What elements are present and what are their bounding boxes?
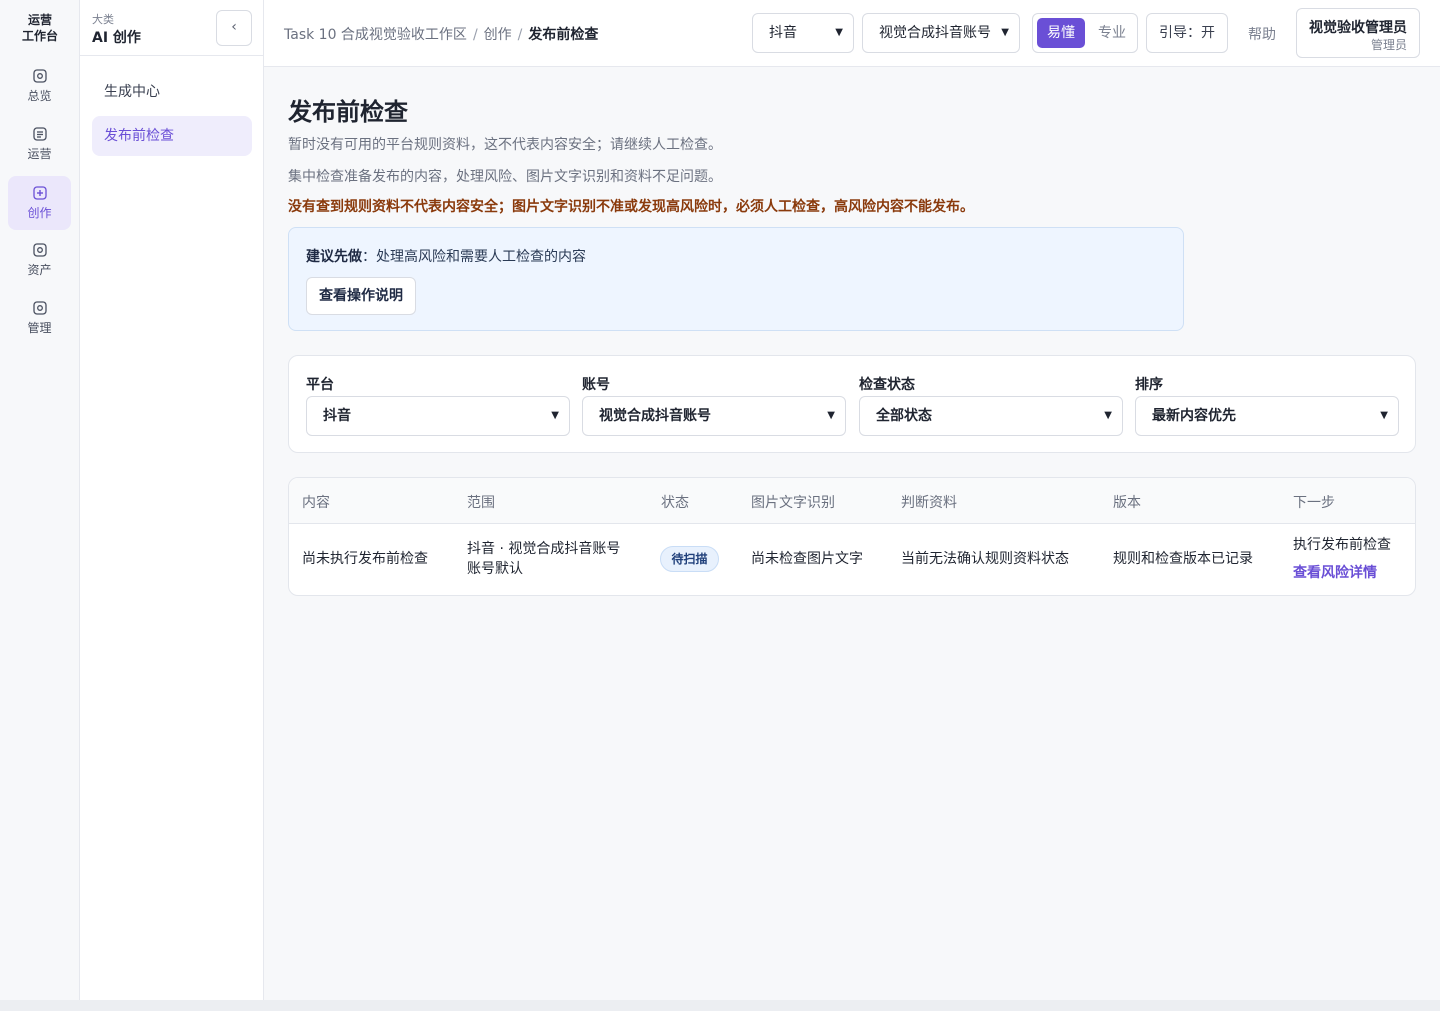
column-header-ocr: 图片文字识别 [751,495,835,511]
chevron-down-icon: ▼ [551,410,559,421]
secondary-sidebar: 大类 AI 创作 ‹ 生成中心 发布前检查 [80,0,264,1000]
chevron-down-icon: ▼ [1104,410,1112,421]
suggestion-content: 处理高风险和需要人工检查的内容 [376,249,586,265]
column-header-next-step: 下一步 [1293,495,1335,511]
guide-toggle-button[interactable]: 引导：开 [1146,13,1228,53]
filter-status-select[interactable]: 全部状态 ▼ [859,396,1123,436]
chevron-down-icon: ▼ [1001,27,1009,38]
table-header: 内容 范围 状态 图片文字识别 判断资料 版本 下一步 [289,478,1415,524]
filter-sort-select[interactable]: 最新内容优先 ▼ [1135,396,1399,436]
breadcrumb-separator: / [472,27,478,43]
breadcrumb-workspace[interactable]: Task 10 合成视觉验收工作区 [284,27,467,43]
user-role: 管理员 [1370,38,1407,52]
rail-item-overview[interactable]: 总览 [8,59,71,113]
filter-account-value: 视觉合成抖音账号 [599,408,711,424]
filter-label-platform: 平台 [306,377,334,393]
cell-basis: 当前无法确认规则资料状态 [901,551,1069,567]
column-header-scope: 范围 [467,495,495,511]
rail-item-operations[interactable]: 运营 [8,117,71,171]
collapse-sidebar-button[interactable]: ‹ [216,10,252,46]
filter-platform-select[interactable]: 抖音 ▼ [306,396,570,436]
column-header-version: 版本 [1113,495,1141,511]
sidebar-header: 大类 AI 创作 ‹ [80,0,264,56]
assets-icon [32,243,47,257]
suggestion-box: 建议先做：处理高风险和需要人工检查的内容 查看操作说明 [288,227,1184,331]
sidebar-title: AI 创作 [92,30,141,46]
platform-select[interactable]: 抖音 ▼ [752,13,854,53]
cell-scope-line-2: 账号默认 [467,561,523,577]
column-header-status: 状态 [661,495,689,511]
rail-label-admin: 管理 [27,321,52,335]
cell-content: 尚未执行发布前检查 [302,551,428,567]
suggestion-colon: ： [362,249,376,265]
rail-item-create[interactable]: 创作 [8,176,71,230]
top-bar: Task 10 合成视觉验收工作区 / 创作 / 发布前检查 抖音 ▼ 视觉合成抖音账号… [264,0,1440,67]
icon-rail: 运营 工作台 总览 运营 创作 资产 管理 [0,0,80,1000]
filter-status-value: 全部状态 [876,408,932,424]
rail-label-overview: 总览 [27,89,52,103]
filter-sort-value: 最新内容优先 [1152,408,1236,424]
breadcrumb: Task 10 合成视觉验收工作区 / 创作 / 发布前检查 [284,24,598,44]
rail-item-admin[interactable]: 管理 [8,291,71,345]
rail-label-operations: 运营 [27,147,52,161]
cell-ocr: 尚未检查图片文字 [751,551,863,567]
rail-item-assets[interactable]: 资产 [8,233,71,287]
filter-label-account: 账号 [582,377,610,393]
sidebar-item-prepublish-check[interactable]: 发布前检查 [92,116,252,156]
admin-icon [32,301,47,315]
operations-icon [32,127,47,141]
run-check-action[interactable]: 执行发布前检查 [1293,535,1391,555]
filter-platform-value: 抖音 [323,408,351,424]
mode-toggle: 易懂 专业 [1032,13,1138,53]
breadcrumb-separator: / [517,27,523,43]
brand-line-2: 工作台 [21,29,58,43]
filter-label-status: 检查状态 [859,377,915,393]
user-name: 视觉验收管理员 [1309,20,1407,36]
page-description: 集中检查准备发布的内容，处理风险、图片文字识别和资料不足问题。 [288,169,722,185]
breadcrumb-create[interactable]: 创作 [484,27,512,43]
filter-panel: 平台 抖音 ▼ 账号 视觉合成抖音账号 ▼ 检查状态 全部状态 ▼ 排序 最新内容优先… [288,355,1416,453]
create-icon [32,186,47,200]
workspace-brand: 运营 工作台 [0,12,80,44]
account-select[interactable]: 视觉合成抖音账号 ▼ [862,13,1020,53]
page-title: 发布前检查 [288,98,408,126]
safety-warning: 没有查到规则资料不代表内容安全；图片文字识别不准或发现高风险时，必须人工检查，高… [288,199,974,215]
sidebar-item-generation-center[interactable]: 生成中心 [92,72,252,112]
suggestion-text: 建议先做：处理高风险和需要人工检查的内容 [306,246,586,266]
suggestion-label: 建议先做 [306,249,362,265]
chevron-down-icon: ▼ [827,410,835,421]
overview-icon [32,69,47,83]
mode-easy-button[interactable]: 易懂 [1037,18,1085,48]
account-select-value: 视觉合成抖音账号 [879,25,991,41]
bottom-strip [0,1000,1440,1011]
rules-unavailable-note: 暂时没有可用的平台规则资料，这不代表内容安全；请继续人工检查。 [288,137,722,153]
check-table: 内容 范围 状态 图片文字识别 判断资料 版本 下一步 尚未执行发布前检查 抖音… [288,477,1416,596]
column-header-basis: 判断资料 [901,495,957,511]
mode-pro-button[interactable]: 专业 [1089,18,1135,48]
sidebar-category: 大类 [92,13,114,26]
view-risk-details-link[interactable]: 查看风险详情 [1293,562,1377,582]
chevron-left-icon: ‹ [231,19,237,35]
chevron-down-icon: ▼ [1380,410,1388,421]
filter-account-select[interactable]: 视觉合成抖音账号 ▼ [582,396,846,436]
column-header-content: 内容 [302,495,330,511]
brand-line-1: 运营 [27,13,52,27]
rail-label-create: 创作 [27,206,52,220]
view-instructions-button[interactable]: 查看操作说明 [306,277,416,315]
cell-scope-line-1: 抖音 · 视觉合成抖音账号 [467,541,621,557]
platform-select-value: 抖音 [769,25,797,41]
user-menu[interactable]: 视觉验收管理员 管理员 [1296,8,1420,58]
chevron-down-icon: ▼ [835,27,843,38]
cell-version: 规则和检查版本已记录 [1113,551,1253,567]
breadcrumb-current: 发布前检查 [528,27,599,43]
help-link[interactable]: 帮助 [1248,24,1276,44]
rail-label-assets: 资产 [27,263,52,277]
filter-label-sort: 排序 [1135,377,1163,393]
status-badge: 待扫描 [660,546,719,572]
